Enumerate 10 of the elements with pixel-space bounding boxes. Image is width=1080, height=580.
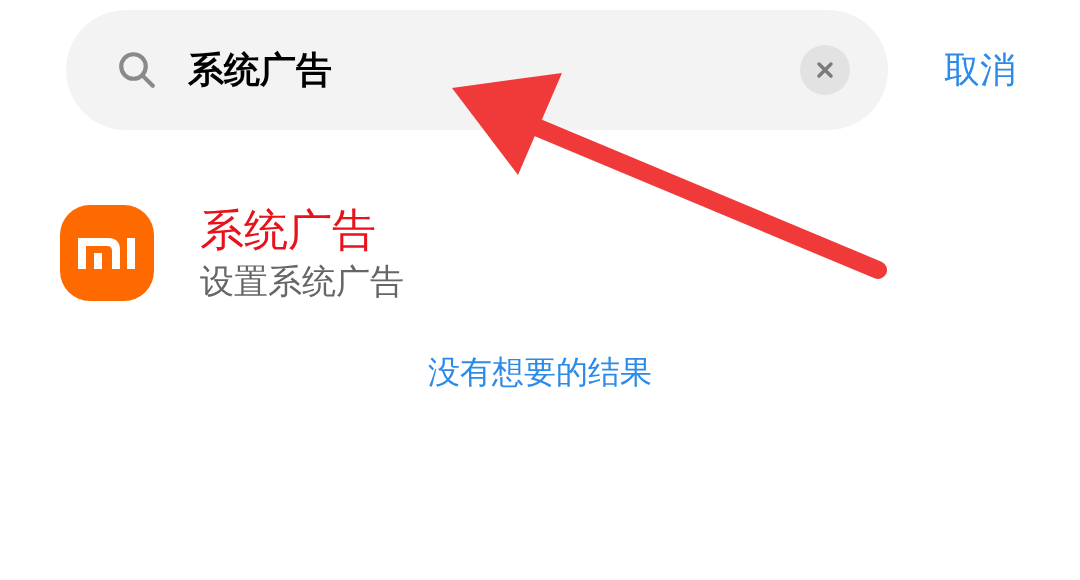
clear-button[interactable] bbox=[800, 45, 850, 95]
search-field[interactable]: 系统广告 bbox=[66, 10, 888, 130]
app-logo-icon bbox=[60, 205, 154, 301]
search-input[interactable]: 系统广告 bbox=[188, 43, 800, 97]
no-result-link[interactable]: 没有想要的结果 bbox=[428, 348, 652, 396]
cancel-button[interactable]: 取消 bbox=[944, 43, 1016, 97]
result-title[interactable]: 系统广告 bbox=[200, 202, 404, 258]
close-icon bbox=[816, 61, 834, 79]
result-subtitle: 设置系统广告 bbox=[200, 260, 404, 303]
search-icon bbox=[116, 49, 158, 91]
